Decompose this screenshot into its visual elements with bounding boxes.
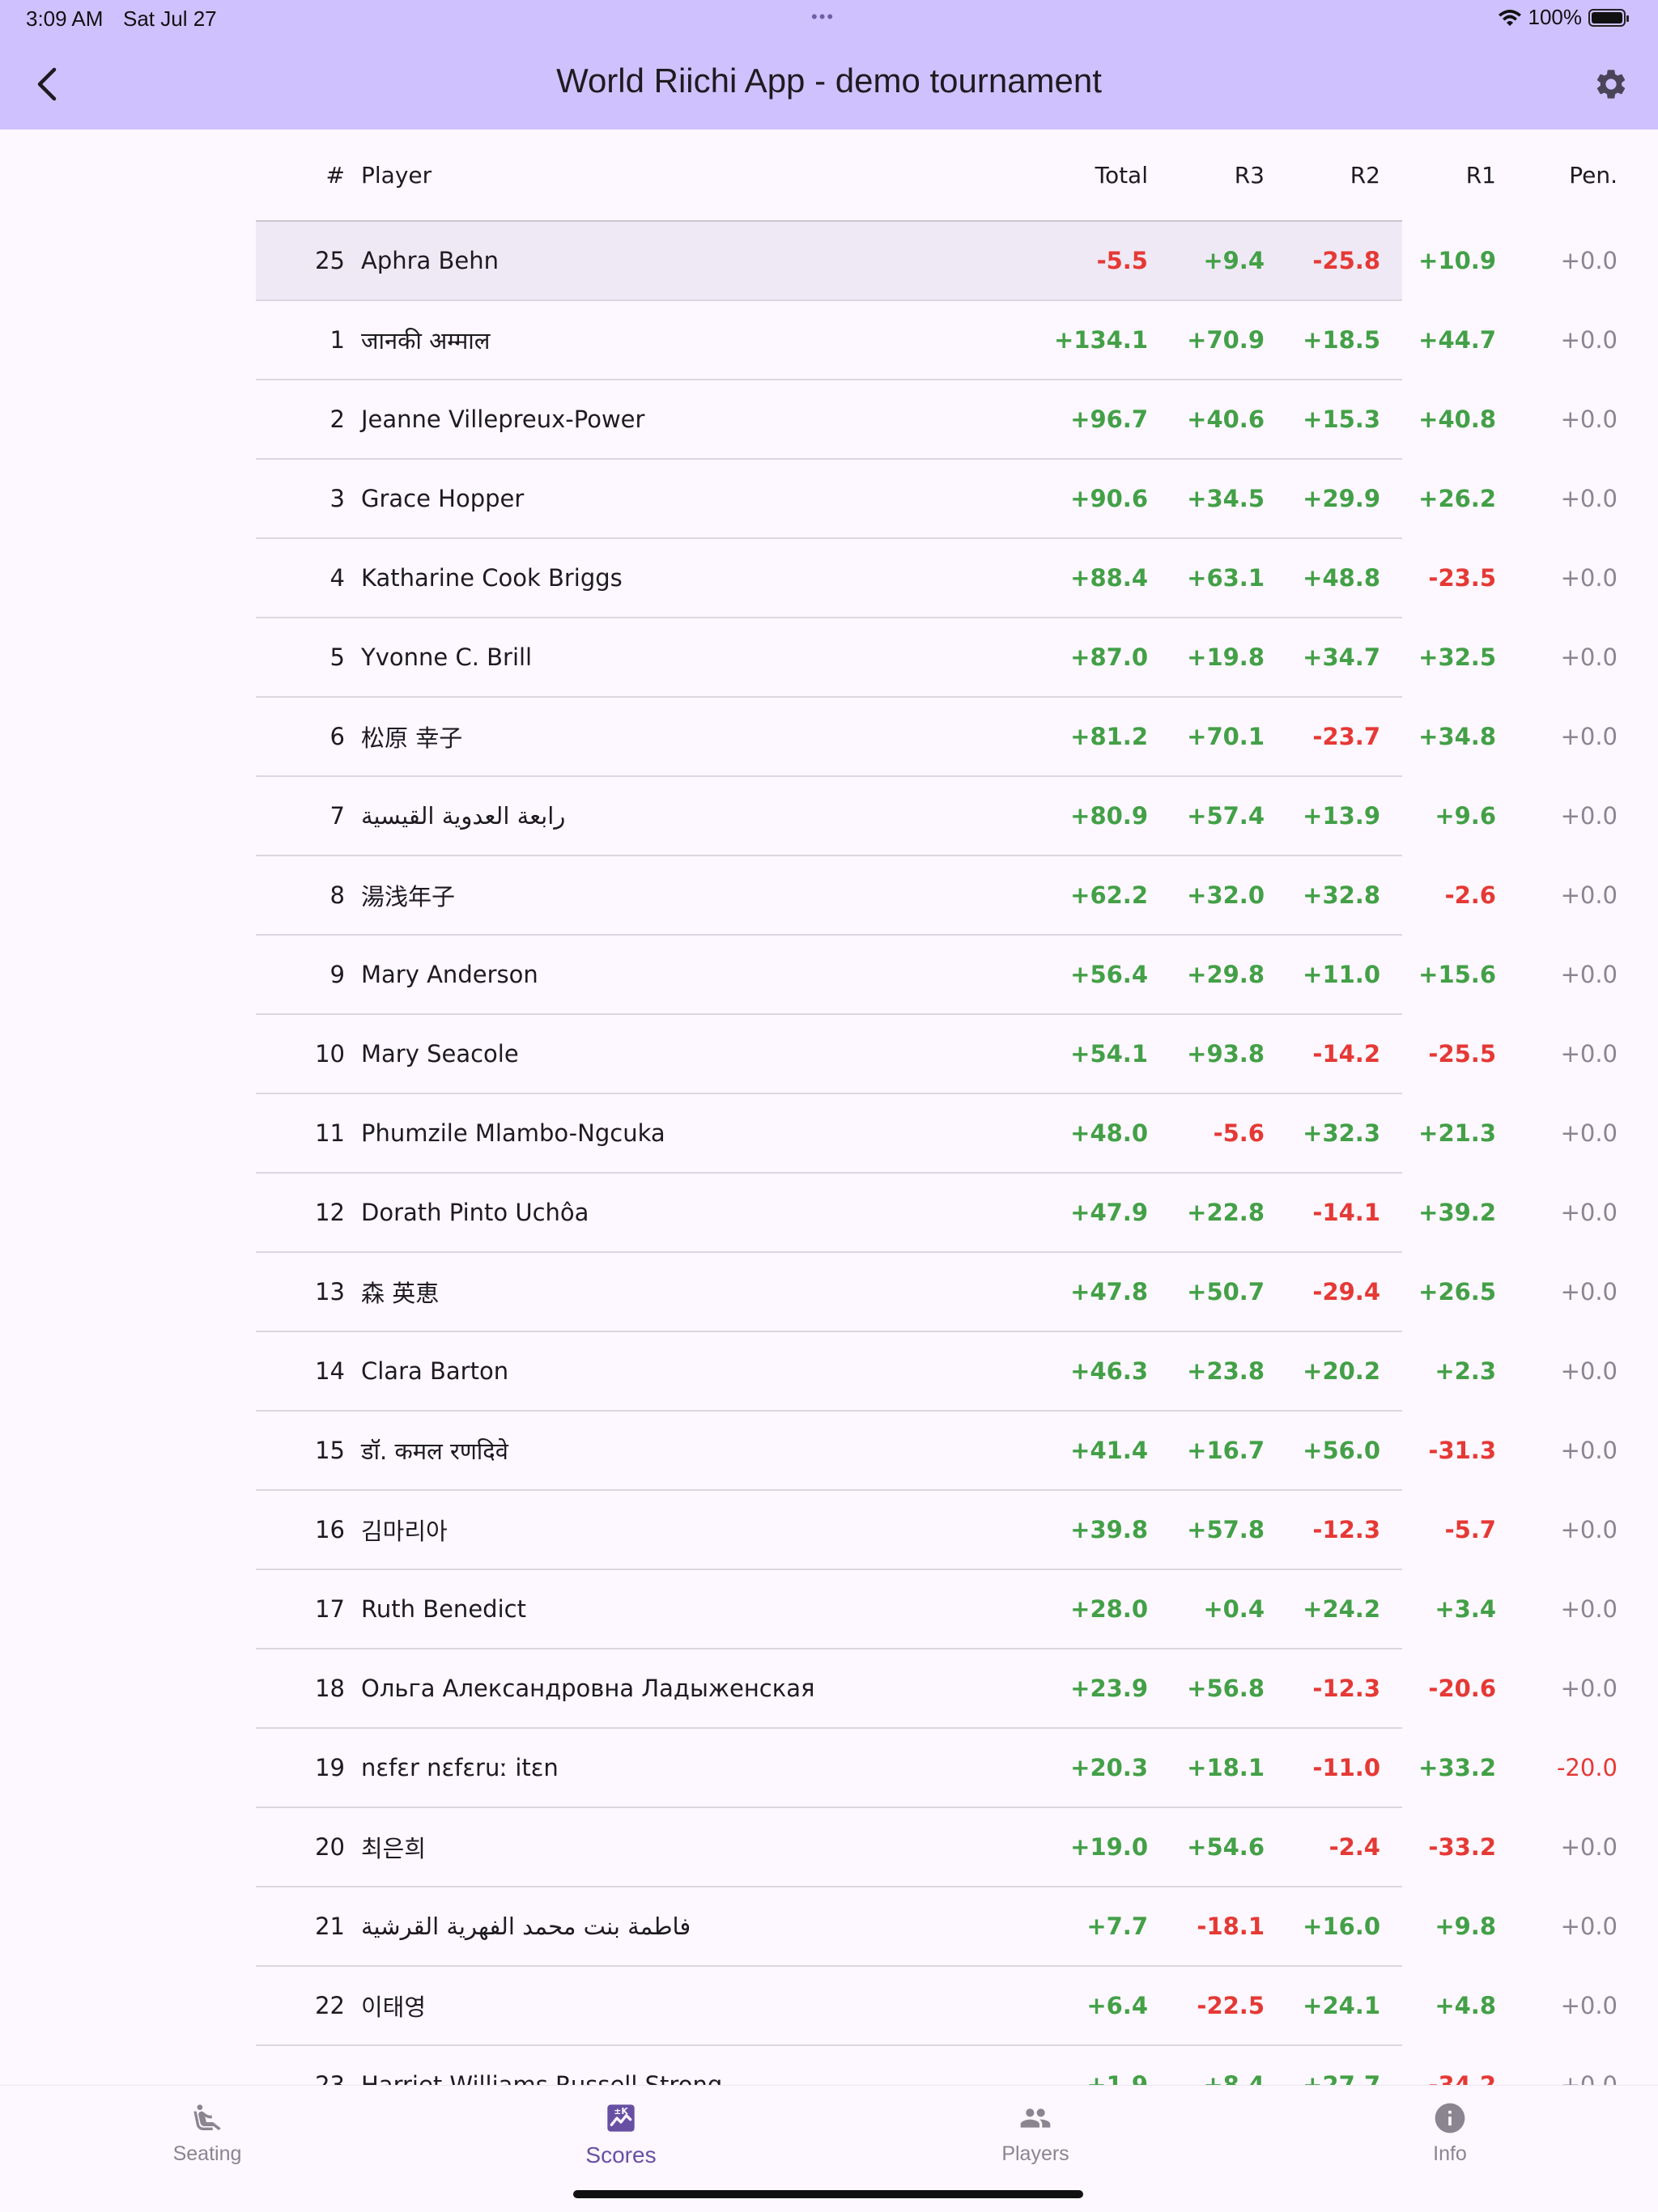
penalty-score: +0.0	[1560, 564, 1618, 592]
settings-button[interactable]	[1588, 62, 1634, 107]
table-row[interactable]: 11 Phumzile Mlambo-Ngcuka +48.0 -5.6 +32.3 +2…	[256, 1094, 1618, 1174]
penalty-score: +0.0	[1560, 1357, 1618, 1385]
penalty-score: +0.0	[1560, 1119, 1618, 1147]
table-row[interactable]: 6 松原 幸子 +81.2 +70.1 -23.7 +34.8 +0.0	[256, 698, 1618, 777]
penalty-score: +0.0	[1560, 1595, 1618, 1623]
penalty-score: +0.0	[1560, 1437, 1618, 1464]
players-icon	[1020, 2108, 1051, 2128]
nav-label-scores: Scores	[585, 2142, 657, 2167]
table-row[interactable]: 17 Ruth Benedict +28.0 +0.4 +24.2 +3.4 +0.0	[256, 1570, 1618, 1649]
table-row[interactable]: 19 nɛfɛr nɛfɛruː itɛn +20.3 +18.1 -11.0 +33.2…	[256, 1729, 1618, 1808]
wifi-icon	[1498, 9, 1521, 26]
table-row[interactable]: 10 Mary Seacole +54.1 +93.8 -14.2 -25.5 +0.0	[256, 1015, 1618, 1094]
app-bar: World Riichi App - demo tournament	[0, 39, 1658, 129]
penalty-score: +0.0	[1560, 405, 1618, 433]
scores-table: # Player Total R3 R2 R1 Pen. 25 Aphra Beh…	[256, 129, 1618, 2125]
table-row[interactable]: 15 डॉ. कमल रणदिवे +41.4 +16.7 +56.0 -31.3 +0.0	[256, 1412, 1618, 1491]
table-row[interactable]: 7 رابعة العدوية القيسية +80.9 +57.4 +13.9 +9.…	[256, 777, 1618, 856]
penalty-score: +0.0	[1560, 802, 1618, 830]
penalty-score: +0.0	[1560, 1992, 1618, 2019]
penalty-score: +0.0	[1560, 1675, 1618, 1702]
nav-scores[interactable]: ±K Scores	[500, 2097, 742, 2168]
penalty-score: +0.0	[1560, 1278, 1618, 1306]
nav-info[interactable]: Info	[1329, 2097, 1571, 2166]
table-row[interactable]: 3 Grace Hopper +90.6 +34.5 +29.9 +26.2 +0.0	[256, 460, 1618, 539]
penalty-score: +0.0	[1560, 247, 1618, 274]
penalty-score: +0.0	[1560, 1516, 1618, 1543]
table-row[interactable]: 12 Dorath Pinto Uchôa +47.9 +22.8 -14.1 +39.2…	[256, 1174, 1618, 1253]
table-row[interactable]: 14 Clara Barton +46.3 +23.8 +20.2 +2.3 +0.0	[256, 1332, 1618, 1412]
table-row[interactable]: 16 김마리아 +39.8 +57.8 -12.3 -5.7 +0.0	[256, 1491, 1618, 1570]
table-row[interactable]: 1 जानकी अम्माल +134.1 +70.9 +18.5 +44.7 +0.0	[256, 301, 1618, 380]
header-penalty[interactable]: Pen.	[256, 129, 1618, 220]
table-row[interactable]: 5 Yvonne C. Brill +87.0 +19.8 +34.7 +32.5 +0.0	[256, 618, 1618, 698]
status-bar: 3:09 AM Sat Jul 27 ••• 100%	[0, 0, 1658, 39]
nav-label-players: Players	[1001, 2142, 1069, 2165]
table-row[interactable]: 8 湯浅年子 +62.2 +32.0 +32.8 -2.6 +0.0	[256, 856, 1618, 936]
table-row[interactable]: 20 최은희 +19.0 +54.6 -2.4 -33.2 +0.0	[256, 1808, 1618, 1887]
table-row[interactable]: 2 Jeanne Villepreux-Power +96.7 +40.6 +15.3 +…	[256, 380, 1618, 460]
penalty-score: +0.0	[1560, 1913, 1618, 1940]
info-icon	[1435, 2103, 1465, 2133]
multitasking-dots[interactable]: •••	[811, 6, 835, 28]
table-row[interactable]: 9 Mary Anderson +56.4 +29.8 +11.0 +15.6 +0.0	[256, 936, 1618, 1015]
table-row[interactable]: 21 فاطمة بنت محمد الفهرية القرشية +7.7 -18.…	[256, 1887, 1618, 1967]
table-header: # Player Total R3 R2 R1 Pen.	[256, 129, 1618, 222]
nav-players[interactable]: Players	[914, 2097, 1157, 2166]
gear-icon	[1596, 70, 1626, 99]
penalty-score: +0.0	[1560, 723, 1618, 750]
penalty-score: +0.0	[1560, 1040, 1618, 1068]
nav-label-info: Info	[1433, 2142, 1467, 2165]
svg-text:±K: ±K	[614, 2106, 628, 2116]
table-row[interactable]: 4 Katharine Cook Briggs +88.4 +63.1 +48.8 -23…	[256, 539, 1618, 618]
battery-icon	[1588, 8, 1629, 27]
scores-icon: ±K	[607, 2104, 635, 2132]
penalty-score: +0.0	[1560, 881, 1618, 909]
penalty-score: +0.0	[1560, 326, 1618, 354]
table-body: 25 Aphra Behn -5.5 +9.4 -25.8 +10.9 +0.0 1 जानकी…	[256, 222, 1618, 2125]
penalty-score: +0.0	[1560, 643, 1618, 671]
penalty-score: +0.0	[1560, 1199, 1618, 1226]
penalty-score: +0.0	[1560, 1833, 1618, 1861]
table-row[interactable]: 13 森 英恵 +47.8 +50.7 -29.4 +26.5 +0.0	[256, 1253, 1618, 1332]
status-date: Sat Jul 27	[123, 6, 217, 31]
penalty-score: +0.0	[1560, 961, 1618, 988]
nav-seating[interactable]: Seating	[86, 2097, 329, 2166]
penalty-score: -20.0	[1556, 1754, 1618, 1781]
seat-icon	[193, 2104, 221, 2130]
table-row[interactable]: 25 Aphra Behn -5.5 +9.4 -25.8 +10.9 +0.0	[256, 222, 1618, 301]
page-title: World Riichi App - demo tournament	[556, 62, 1102, 100]
home-indicator[interactable]	[573, 2190, 1083, 2198]
status-time: 3:09 AM	[26, 6, 104, 31]
nav-label-seating: Seating	[172, 2142, 242, 2165]
battery-percent: 100%	[1528, 5, 1583, 29]
penalty-score: +0.0	[1560, 485, 1618, 512]
table-row[interactable]: 18 Ольга Александровна Ладыженская +23.9 +5…	[256, 1649, 1618, 1729]
table-row[interactable]: 22 이태영 +6.4 -22.5 +24.1 +4.8 +0.0	[256, 1967, 1618, 2046]
